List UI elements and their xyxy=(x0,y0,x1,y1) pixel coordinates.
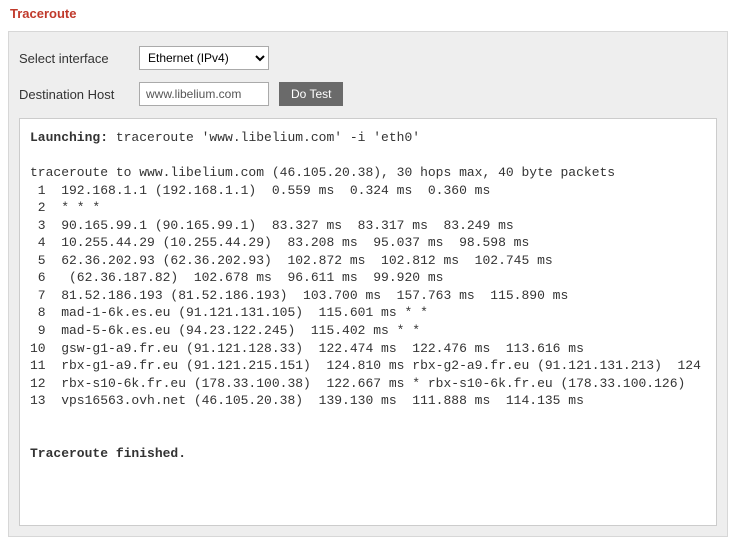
output-text: Launching: traceroute 'www.libelium.com'… xyxy=(30,129,706,470)
interface-row: Select interface Ethernet (IPv4) xyxy=(19,46,717,70)
launching-label: Launching: xyxy=(30,130,108,145)
output-container: Launching: traceroute 'www.libelium.com'… xyxy=(19,118,717,526)
output-scroll[interactable]: Launching: traceroute 'www.libelium.com'… xyxy=(30,129,706,521)
finished-label: Traceroute finished. xyxy=(30,446,186,461)
page-title: Traceroute xyxy=(0,0,736,31)
interface-select[interactable]: Ethernet (IPv4) xyxy=(139,46,269,70)
output-body: traceroute to www.libelium.com (46.105.2… xyxy=(30,165,701,408)
host-row: Destination Host Do Test xyxy=(19,82,717,106)
interface-label: Select interface xyxy=(19,51,129,66)
launching-cmd: traceroute 'www.libelium.com' -i 'eth0' xyxy=(108,130,420,145)
host-label: Destination Host xyxy=(19,87,129,102)
traceroute-panel: Select interface Ethernet (IPv4) Destina… xyxy=(8,31,728,537)
do-test-button[interactable]: Do Test xyxy=(279,82,343,106)
host-input[interactable] xyxy=(139,82,269,106)
